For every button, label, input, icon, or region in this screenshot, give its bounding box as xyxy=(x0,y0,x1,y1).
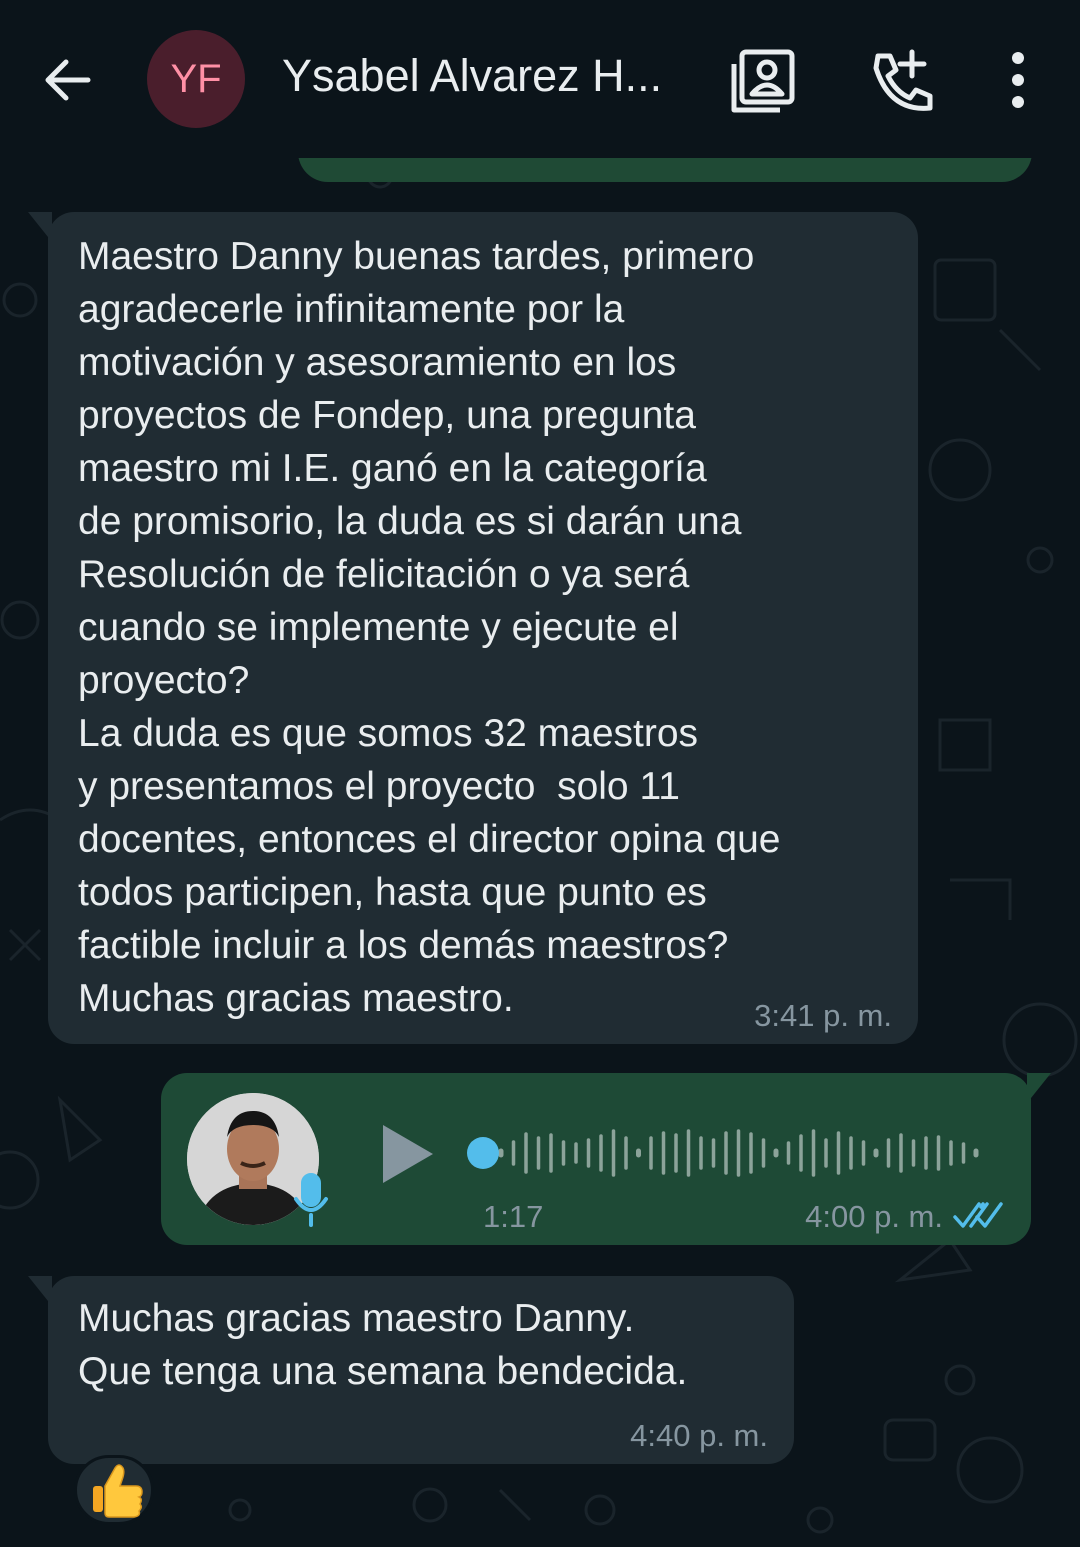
audio-waveform[interactable] xyxy=(461,1115,991,1191)
contact-card-icon[interactable] xyxy=(728,46,798,116)
incoming-message[interactable]: Maestro Danny buenas tardes, primero agr… xyxy=(28,212,918,1044)
incoming-message[interactable]: Muchas gracias maestro Danny. Que tenga … xyxy=(28,1276,794,1464)
outgoing-voice-message[interactable]: 1:17 4:00 p. m. xyxy=(161,1073,1051,1245)
read-double-check-icon xyxy=(953,1202,1003,1228)
play-icon[interactable] xyxy=(377,1119,437,1189)
contact-avatar[interactable]: YF xyxy=(147,30,245,128)
reaction-badge[interactable] xyxy=(74,1455,154,1525)
chat-screen: YF Ysabel Alvarez H... Maestro Danny bue… xyxy=(0,0,1080,1547)
playback-slider-knob[interactable] xyxy=(467,1137,499,1169)
message-text: Maestro Danny buenas tardes, primero agr… xyxy=(78,235,781,1020)
message-time: 4:00 p. m. xyxy=(805,1199,943,1234)
back-arrow-icon[interactable] xyxy=(38,50,98,110)
message-time: 3:41 p. m. xyxy=(754,998,892,1033)
microphone-icon xyxy=(294,1173,328,1227)
thumbs-up-icon xyxy=(93,1464,143,1518)
message-text: Muchas gracias maestro Danny. Que tenga … xyxy=(78,1297,688,1393)
message-time: 4:40 p. m. xyxy=(630,1418,768,1453)
add-call-icon[interactable] xyxy=(866,46,936,116)
voice-duration: 1:17 xyxy=(483,1199,544,1234)
contact-name[interactable]: Ysabel Alvarez H... xyxy=(282,50,682,102)
more-vert-icon[interactable] xyxy=(988,46,1048,116)
chat-header: YF Ysabel Alvarez H... xyxy=(0,0,1080,158)
